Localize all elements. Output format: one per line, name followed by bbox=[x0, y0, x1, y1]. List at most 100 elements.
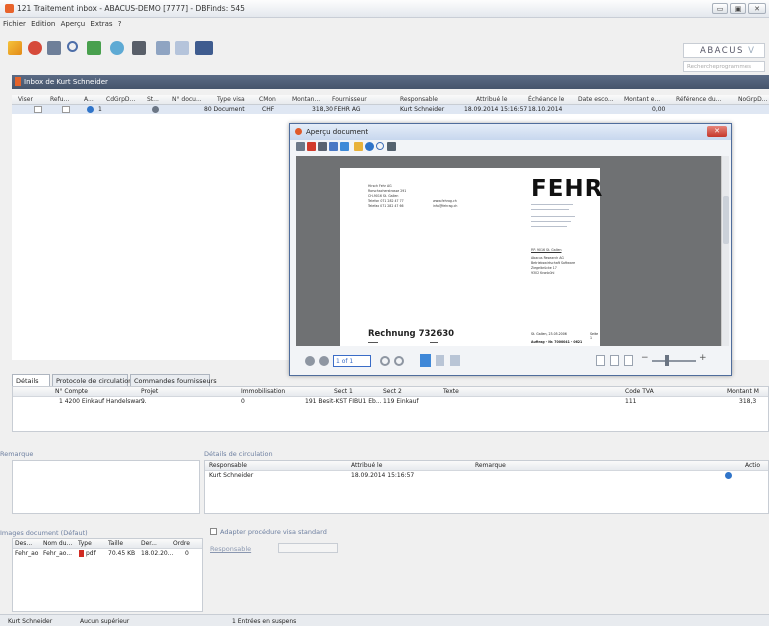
print-icon[interactable] bbox=[132, 41, 146, 55]
user-add-icon[interactable] bbox=[87, 41, 101, 55]
zoom-slider-thumb[interactable] bbox=[665, 355, 669, 366]
zoom-icon[interactable] bbox=[376, 142, 384, 150]
col-projet[interactable]: Projet bbox=[141, 388, 158, 395]
menu-edition[interactable]: Edition bbox=[31, 20, 55, 28]
col-immobilisation[interactable]: Immobilisation bbox=[241, 388, 285, 395]
col-img-ordre[interactable]: Ordre bbox=[173, 540, 190, 547]
col-circ-attribue[interactable]: Attribué le bbox=[351, 462, 382, 469]
minimize-button[interactable]: ▭ bbox=[712, 3, 728, 14]
next-page-icon[interactable] bbox=[380, 356, 390, 366]
pen-icon[interactable] bbox=[8, 41, 22, 55]
last-page-icon[interactable] bbox=[394, 356, 404, 366]
document-icon[interactable] bbox=[156, 41, 170, 55]
col-sect1[interactable]: Sect 1 bbox=[334, 388, 353, 395]
search-icon[interactable] bbox=[67, 41, 78, 52]
tab-commandes[interactable]: Commandes fournisseurs bbox=[130, 374, 217, 386]
col-img-nom[interactable]: Nom du... bbox=[43, 540, 72, 547]
continuous-page-icon[interactable] bbox=[436, 355, 444, 366]
info-icon[interactable] bbox=[725, 472, 732, 479]
col-sect2[interactable]: Sect 2 bbox=[383, 388, 402, 395]
col-responsable[interactable]: Responsable bbox=[400, 96, 438, 103]
maximize-button[interactable]: ▣ bbox=[730, 3, 746, 14]
scroll-thumb[interactable] bbox=[723, 196, 729, 244]
menu-fichier[interactable]: Fichier bbox=[3, 20, 26, 28]
tab-protocole[interactable]: Protocole de circulation bbox=[52, 374, 132, 386]
col-compte[interactable]: N° Compte bbox=[55, 388, 88, 395]
col-viser[interactable]: Viser bbox=[18, 96, 33, 103]
remarque-textarea[interactable] bbox=[12, 460, 200, 514]
col-img-type[interactable]: Type bbox=[78, 540, 92, 547]
previous-page-icon[interactable] bbox=[319, 356, 329, 366]
col-img-taille[interactable]: Taille bbox=[108, 540, 123, 547]
col-code-tva[interactable]: Code TVA bbox=[625, 388, 654, 395]
zoom-out-button[interactable]: − bbox=[641, 353, 649, 363]
user-icon[interactable] bbox=[28, 41, 42, 55]
col-cdgrpd[interactable]: CdGrpD... bbox=[106, 96, 135, 103]
col-type-visa[interactable]: Type visa bbox=[217, 96, 245, 103]
info-icon[interactable] bbox=[365, 142, 374, 151]
window-icon[interactable] bbox=[387, 142, 396, 151]
col-attribue[interactable]: Attribué le bbox=[476, 96, 507, 103]
menu-help[interactable]: ? bbox=[118, 20, 122, 28]
viewer-scrollbar[interactable] bbox=[721, 156, 729, 346]
col-date-esco[interactable]: Date esco... bbox=[578, 96, 614, 103]
col-montant-m[interactable]: Montant M bbox=[727, 388, 759, 395]
two-page-icon[interactable] bbox=[450, 355, 460, 366]
document-page-area[interactable]: Hirsch Fehr AG Rorschacherstrasse 291 CH… bbox=[296, 156, 724, 346]
actual-size-icon[interactable] bbox=[624, 355, 633, 366]
col-montant-e[interactable]: Montant e... bbox=[624, 96, 660, 103]
images-row[interactable]: Fehr_ao Fehr_ao... pdf 70.45 KB 18.02.20… bbox=[13, 549, 202, 559]
refresh-icon[interactable] bbox=[110, 41, 124, 55]
cell-img-taille: 70.45 KB bbox=[108, 550, 136, 557]
col-circ-action[interactable]: Actio bbox=[745, 462, 760, 469]
col-echeance[interactable]: Échéance le bbox=[528, 96, 564, 103]
folder-icon[interactable] bbox=[354, 142, 363, 151]
col-circ-remarque[interactable]: Remarque bbox=[475, 462, 506, 469]
col-refu[interactable]: Refu... bbox=[50, 96, 69, 103]
col-fournisseur[interactable]: Fournisseur bbox=[332, 96, 367, 103]
col-reference[interactable]: Référence du... bbox=[676, 96, 721, 103]
circulation-row[interactable]: Kurt Schneider 18.09.2014 15:16:57 bbox=[205, 471, 768, 481]
zoom-in-button[interactable]: + bbox=[699, 353, 707, 363]
col-img-des[interactable]: Des... bbox=[15, 540, 32, 547]
users-icon[interactable] bbox=[47, 41, 61, 55]
cell-circ-attribue: 18.09.2014 15:16:57 bbox=[351, 472, 415, 479]
close-button[interactable]: ✕ bbox=[748, 3, 766, 14]
inbox-row[interactable]: 1 80 Document CHF 318,30 FEHR AG Kurt Sc… bbox=[12, 105, 769, 114]
col-no-doc[interactable]: N° docu... bbox=[172, 96, 202, 103]
preview-icon[interactable] bbox=[175, 41, 189, 55]
save-icon[interactable] bbox=[296, 142, 305, 151]
col-circ-responsable[interactable]: Responsable bbox=[209, 462, 247, 469]
col-a[interactable]: A... bbox=[84, 96, 94, 103]
fit-icon[interactable] bbox=[340, 142, 349, 151]
zoom-slider[interactable] bbox=[652, 360, 696, 362]
viser-checkbox[interactable] bbox=[34, 106, 42, 113]
program-search-input[interactable]: Rechercheprogrammes bbox=[683, 61, 765, 72]
page-number-input[interactable]: 1 of 1 bbox=[333, 355, 371, 367]
window-icon[interactable] bbox=[195, 41, 213, 55]
email-icon[interactable] bbox=[329, 142, 338, 151]
print-icon[interactable] bbox=[318, 142, 327, 151]
viewer-close-button[interactable]: ✕ bbox=[707, 126, 727, 137]
tab-details[interactable]: Détails bbox=[12, 374, 50, 386]
menu-extras[interactable]: Extras bbox=[90, 20, 112, 28]
cell-compte: 1 4200 Einkauf Handelswar... bbox=[59, 398, 147, 405]
col-st[interactable]: St... bbox=[147, 96, 159, 103]
first-page-icon[interactable] bbox=[305, 356, 315, 366]
adapter-checkbox[interactable] bbox=[210, 528, 217, 535]
inbox-header: Inbox de Kurt Schneider bbox=[12, 75, 769, 89]
details-row[interactable]: 1 4200 Einkauf Handelswar... 9 0 191 Bes… bbox=[13, 397, 768, 407]
fit-page-icon[interactable] bbox=[596, 355, 605, 366]
col-nogrpd[interactable]: NoGrpD... bbox=[738, 96, 767, 103]
refuse-checkbox[interactable] bbox=[62, 106, 70, 113]
responsable-select[interactable] bbox=[278, 543, 338, 553]
status-bar: Kurt Schneider Aucun supérieur 1 Entrées… bbox=[0, 614, 769, 626]
col-montant[interactable]: Montan... bbox=[292, 96, 320, 103]
single-page-icon[interactable] bbox=[420, 354, 431, 367]
col-img-date[interactable]: Der... bbox=[141, 540, 157, 547]
fit-width-icon[interactable] bbox=[610, 355, 619, 366]
pdf-icon[interactable] bbox=[307, 142, 316, 151]
col-texte[interactable]: Texte bbox=[443, 388, 459, 395]
menu-apercu[interactable]: Aperçu bbox=[61, 20, 86, 28]
col-cmon[interactable]: CMon bbox=[259, 96, 276, 103]
